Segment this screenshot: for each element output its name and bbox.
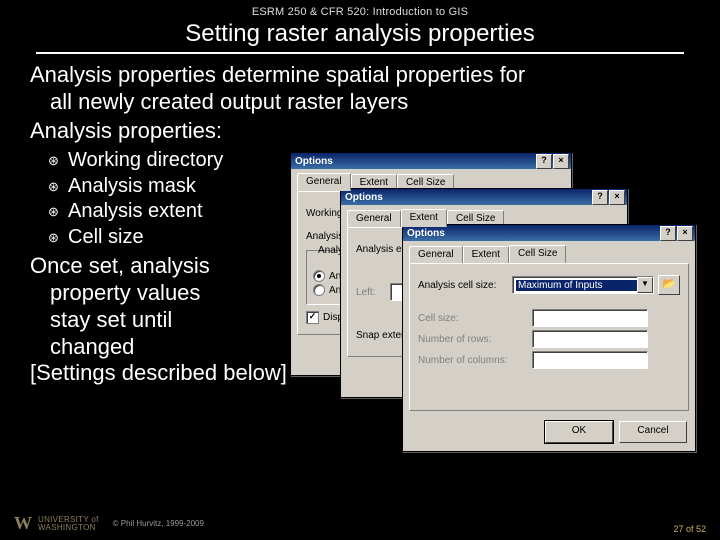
uw-line2: WASHINGTON [38, 523, 96, 532]
title-underline [36, 52, 684, 54]
help-button[interactable]: ? [660, 226, 676, 241]
close-button[interactable]: × [553, 154, 569, 169]
properties-label: Analysis properties: [30, 118, 690, 145]
cellsize-field-label: Cell size: [418, 313, 528, 324]
uw-w-icon: W [14, 513, 32, 534]
ok-button[interactable]: OK [545, 421, 613, 443]
cancel-button[interactable]: Cancel [619, 421, 687, 443]
help-button[interactable]: ? [536, 154, 552, 169]
page-number: 27 of 52 [673, 524, 706, 534]
cellsize-label: Analysis cell size: [418, 280, 508, 291]
tab-general[interactable]: General [347, 210, 401, 228]
para1-line1: Analysis properties determine spatial pr… [30, 62, 525, 87]
course-header: ESRM 250 & CFR 520: Introduction to GIS [0, 0, 720, 18]
cellsize-dropdown[interactable]: Maximum of Inputs ▼ [512, 276, 654, 294]
tab-general[interactable]: General [409, 246, 463, 264]
slide-title: Setting raster analysis properties [0, 20, 720, 48]
cellsize-value: Maximum of Inputs [516, 280, 637, 291]
para2-line1: Once set, analysis [30, 253, 210, 278]
titlebar[interactable]: Options ? × [341, 189, 627, 205]
dialog-title: Options [345, 192, 383, 203]
dialog-cell-size: Options ? × General Extent Cell Size Ana… [402, 224, 696, 452]
uw-logo: W UNIVERSITY of WASHINGTON © Phil Hurvit… [14, 513, 204, 534]
titlebar[interactable]: Options ? × [291, 153, 571, 169]
para1-line2: all newly created output raster layers [30, 89, 690, 116]
browse-icon[interactable]: 📂 [658, 275, 680, 295]
close-button[interactable]: × [677, 226, 693, 241]
help-button[interactable]: ? [592, 190, 608, 205]
tab-cell-size[interactable]: Cell Size [509, 245, 566, 263]
cols-label: Number of columns: [418, 355, 528, 366]
options-dialogs: Options ? × General Extent Cell Size Wor… [290, 152, 705, 472]
rows-input[interactable] [532, 330, 648, 348]
paragraph-1: Analysis properties determine spatial pr… [30, 62, 690, 116]
dialog-title: Options [295, 156, 333, 167]
cellsize-input[interactable] [532, 309, 648, 327]
tab-extent[interactable]: Extent [401, 209, 447, 227]
rows-label: Number of rows: [418, 334, 528, 345]
cols-input[interactable] [532, 351, 648, 369]
tab-general[interactable]: General [297, 173, 351, 191]
copyright: © Phil Hurvitz, 1999-2009 [113, 519, 204, 528]
left-label: Left: [356, 287, 386, 298]
tab-extent[interactable]: Extent [463, 246, 509, 264]
close-button[interactable]: × [609, 190, 625, 205]
titlebar[interactable]: Options ? × [403, 225, 695, 241]
chevron-down-icon[interactable]: ▼ [637, 277, 653, 293]
dialog-title: Options [407, 228, 445, 239]
